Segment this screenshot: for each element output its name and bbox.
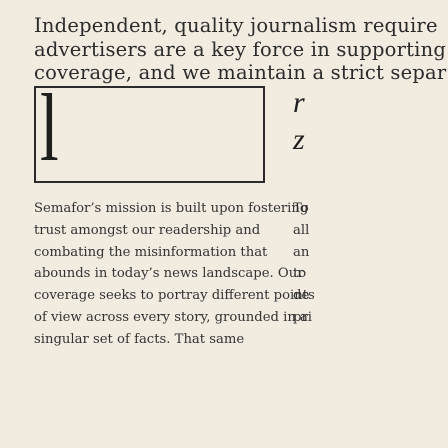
body-line: abounds in today’s news landscape. Our (34, 266, 304, 282)
illustration-card: l (34, 80, 265, 183)
body-line: coverage seeks to portray different poin… (34, 288, 315, 304)
headline-line: coverage, and we maintain a strict separ (34, 61, 447, 84)
body-line: de (293, 288, 310, 304)
body-line: pri (293, 309, 312, 325)
body-line: to (293, 266, 307, 282)
body-line: all (293, 222, 310, 238)
headline-line: Independent, quality journalism require (34, 14, 438, 37)
body-line: combating the misinformation that (34, 244, 268, 260)
body-line: trust amongst our readership and (34, 222, 261, 238)
card-glyph: l (40, 74, 59, 181)
headline: Independent, quality journalism require … (34, 14, 448, 85)
side-glyph-bottom: z (293, 123, 305, 156)
body-text-right: To all an to de pri (293, 198, 448, 329)
body-line: of view across every story, grounded in … (34, 309, 308, 325)
body-text-left: Semafor’s mission is built upon fosterin… (34, 198, 315, 351)
body-line: singular set of facts. That same (34, 331, 245, 347)
headline-line: advertisers are a key force in supportin… (34, 37, 447, 61)
body-line: Semafor’s mission is built upon fosterin… (34, 201, 309, 216)
body-line: To (293, 201, 309, 216)
side-glyphs: r z (293, 88, 323, 188)
body-line: an (293, 244, 310, 260)
side-glyph-top: r (293, 86, 305, 119)
